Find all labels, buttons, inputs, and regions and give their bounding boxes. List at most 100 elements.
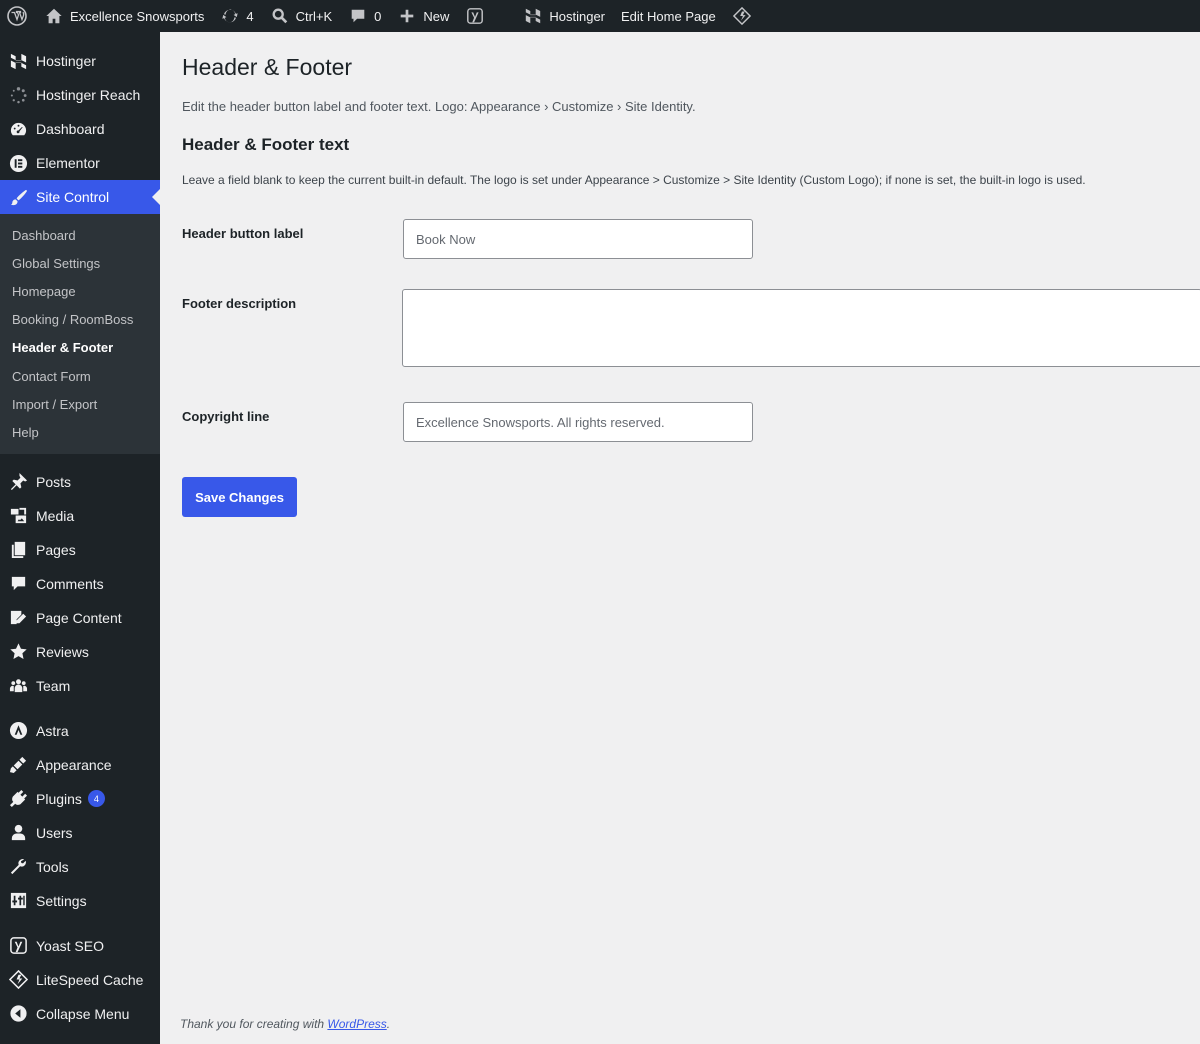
home-icon — [44, 6, 64, 26]
menu-label: Plugins — [36, 790, 82, 807]
admin-footer: Thank you for creating with WordPress. — [180, 1017, 390, 1031]
header-button-input[interactable] — [403, 219, 753, 259]
menu-item-page-content[interactable]: Page Content — [0, 601, 160, 635]
menu-item-settings[interactable]: Settings — [0, 884, 160, 918]
plus-icon — [397, 6, 417, 26]
menu-label: Tools — [36, 858, 69, 875]
menu-label: Reviews — [36, 643, 89, 660]
menu-item-site-control[interactable]: Site Control — [0, 180, 160, 214]
menu-label: Dashboard — [36, 121, 105, 137]
submenu-item-global-settings[interactable]: Global Settings — [0, 249, 160, 277]
menu-label: Hostinger Reach — [36, 87, 141, 103]
page-title: Header & Footer — [182, 54, 353, 80]
submenu-item-dashboard[interactable]: Dashboard — [0, 221, 160, 249]
footer-text: Thank you for creating with — [180, 1017, 328, 1031]
menu-label: Page Content — [36, 609, 122, 626]
submenu-item-help[interactable]: Help — [0, 418, 160, 446]
menu-item-media[interactable]: Media — [0, 499, 160, 533]
litespeed-icon — [8, 970, 28, 990]
plugins-icon — [8, 789, 28, 809]
menu-item-pages[interactable]: Pages — [0, 533, 160, 567]
plugins-update-badge: 4 — [87, 790, 105, 807]
comments-count: 0 — [374, 8, 382, 24]
wordpress-icon — [7, 6, 27, 26]
edit-page-link[interactable]: Edit Home Page — [613, 0, 724, 32]
menu-item-litespeed-cache[interactable]: LiteSpeed Cache — [0, 963, 160, 997]
menu-label: Pages — [36, 541, 76, 558]
footer-suffix: . — [386, 1017, 391, 1031]
menu-label: Collapse Menu — [36, 1005, 130, 1022]
hostinger-menu-button[interactable]: Hostinger — [515, 0, 613, 32]
settings-icon — [8, 891, 28, 911]
footer-description-textarea[interactable] — [402, 289, 1200, 367]
menu-label: LiteSpeed Cache — [36, 971, 144, 988]
groups-icon — [8, 676, 28, 696]
menu-item-elementor[interactable]: Elementor — [0, 146, 160, 180]
submenu-item-homepage[interactable]: Homepage — [0, 277, 160, 305]
edit-page-label: Edit Home Page — [621, 8, 716, 24]
comment-icon — [8, 574, 28, 594]
menu-item-appearance[interactable]: Appearance — [0, 748, 160, 782]
comment-icon — [348, 6, 368, 26]
brush-icon — [8, 187, 28, 207]
menu-item-astra[interactable]: Astra — [0, 714, 160, 748]
hostinger-label: Hostinger — [549, 8, 606, 24]
search-icon — [270, 6, 290, 26]
menu-item-comments[interactable]: Comments — [0, 567, 160, 601]
menu-item-team[interactable]: Team — [0, 669, 160, 703]
menu-item-posts[interactable]: Posts — [0, 465, 160, 499]
collapse-menu-button[interactable]: Collapse Menu — [0, 997, 160, 1031]
yoast-icon — [465, 6, 485, 26]
page-intro: Edit the header button label and footer … — [182, 99, 696, 114]
comments-link[interactable]: 0 — [340, 0, 389, 32]
menu-item-reviews[interactable]: Reviews — [0, 635, 160, 669]
new-label: New — [423, 8, 450, 24]
menu-label: Comments — [36, 575, 104, 592]
menu-item-users[interactable]: Users — [0, 816, 160, 850]
copyright-label: Copyright line — [182, 409, 270, 424]
wrench-icon — [8, 857, 28, 877]
submenu-item-header-footer[interactable]: Header & Footer — [0, 334, 160, 362]
admin-sidebar: Hostinger Hostinger Reach Dashboard Elem… — [0, 32, 160, 1044]
updates-icon — [220, 6, 240, 26]
menu-item-plugins[interactable]: Plugins 4 — [0, 782, 160, 816]
menu-label: Hostinger — [36, 53, 96, 69]
menu-item-dashboard[interactable]: Dashboard — [0, 112, 160, 146]
litespeed-menu-button[interactable] — [724, 0, 766, 32]
footer-description-label: Footer description — [182, 296, 297, 311]
menu-label: Settings — [36, 892, 87, 909]
spinner-icon — [8, 85, 28, 105]
menu-item-yoast-seo[interactable]: Yoast SEO — [0, 929, 160, 963]
search-shortcut-button[interactable]: Ctrl+K — [262, 0, 340, 32]
submenu-item-import-export[interactable]: Import / Export — [0, 390, 160, 418]
media-icon — [8, 506, 28, 526]
section-description: Leave a field blank to keep the current … — [182, 173, 1086, 187]
pin-icon — [8, 472, 28, 492]
menu-item-hostinger[interactable]: Hostinger — [0, 44, 160, 78]
wordpress-link[interactable]: WordPress — [327, 1017, 386, 1031]
site-name: Excellence Snowsports — [70, 8, 205, 24]
astra-icon — [8, 721, 28, 741]
new-content-button[interactable]: New — [389, 0, 457, 32]
yoast-icon — [8, 936, 28, 956]
hostinger-icon — [523, 6, 543, 26]
admin-bar: Excellence Snowsports 4 Ctrl+K 0 New Hos… — [0, 0, 1200, 32]
menu-label: Elementor — [36, 155, 100, 171]
menu-item-tools[interactable]: Tools — [0, 850, 160, 884]
elementor-icon — [8, 153, 28, 173]
menu-label: Appearance — [36, 756, 112, 773]
submenu-item-booking[interactable]: Booking / RoomBoss — [0, 306, 160, 334]
yoast-menu-button[interactable] — [457, 0, 499, 32]
menu-label: Yoast SEO — [36, 937, 104, 954]
wordpress-logo-button[interactable] — [0, 0, 36, 32]
menu-label: Users — [36, 824, 73, 841]
save-changes-button[interactable]: Save Changes — [182, 477, 297, 517]
site-control-submenu: Dashboard Global Settings Homepage Booki… — [0, 214, 160, 454]
menu-label: Media — [36, 507, 75, 524]
submenu-item-contact-form[interactable]: Contact Form — [0, 362, 160, 390]
updates-link[interactable]: 4 — [212, 0, 261, 32]
copyright-input[interactable] — [403, 402, 753, 442]
menu-item-hostinger-reach[interactable]: Hostinger Reach — [0, 78, 160, 112]
site-name-link[interactable]: Excellence Snowsports — [36, 0, 212, 32]
header-button-label: Header button label — [182, 226, 304, 241]
